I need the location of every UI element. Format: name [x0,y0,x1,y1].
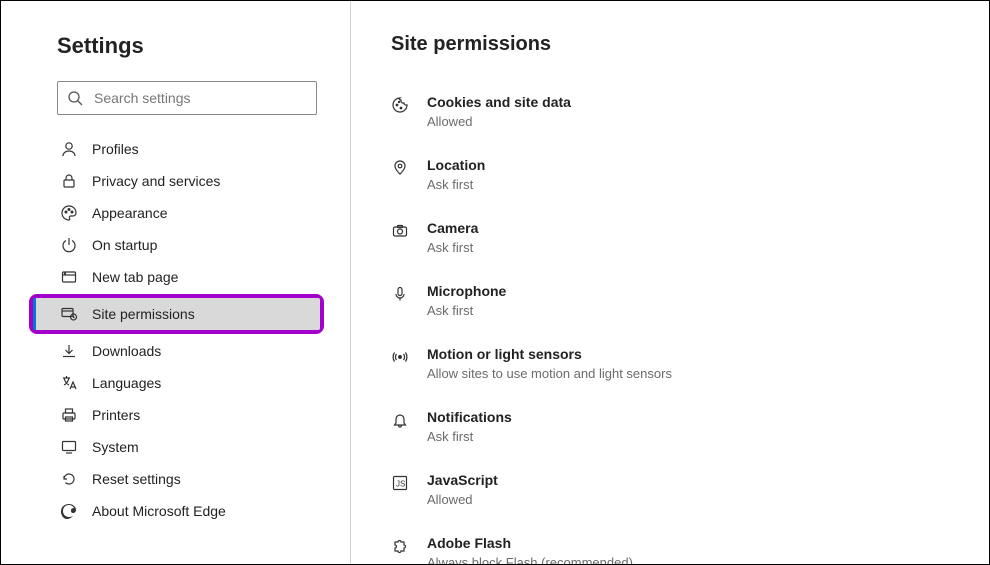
reset-icon [60,470,78,488]
printer-icon [60,406,78,424]
sidebar-item-label: Printers [92,407,140,423]
sidebar-item-label: Reset settings [92,471,181,487]
cookie-icon [391,96,409,114]
permission-status: Allowed [427,114,571,129]
permission-label: Camera [427,220,478,236]
permission-status: Allowed [427,492,498,507]
palette-icon [60,204,78,222]
settings-title: Settings [33,33,330,59]
sidebar-item-languages[interactable]: Languages [33,367,330,399]
power-icon [60,236,78,254]
sidebar-item-about[interactable]: About Microsoft Edge [33,495,330,527]
camera-icon [391,222,409,240]
lock-icon [60,172,78,190]
sidebar-item-label: On startup [92,237,157,253]
sidebar-item-label: Downloads [92,343,161,359]
sidebar-item-label: Profiles [92,141,139,157]
page-title: Site permissions [391,33,969,56]
edge-icon [60,502,78,520]
search-icon [67,90,83,106]
search-input[interactable] [57,81,317,115]
permission-sensors[interactable]: Motion or light sensors Allow sites to u… [391,336,969,399]
language-icon [60,374,78,392]
page-icon [60,268,78,286]
permission-microphone[interactable]: Microphone Ask first [391,273,969,336]
permission-status: Always block Flash (recommended) [427,555,633,564]
sidebar-item-label: Appearance [92,205,168,221]
permission-status: Ask first [427,303,506,318]
sidebar-item-profiles[interactable]: Profiles [33,133,330,165]
profile-icon [60,140,78,158]
sidebar-highlight: Site permissions [29,294,324,334]
sidebar-item-printers[interactable]: Printers [33,399,330,431]
sidebar-item-reset[interactable]: Reset settings [33,463,330,495]
sidebar-item-label: About Microsoft Edge [92,503,226,519]
permissions-icon [60,305,78,323]
permission-label: Motion or light sensors [427,346,672,362]
permission-status: Ask first [427,240,478,255]
sidebar-item-downloads[interactable]: Downloads [33,335,330,367]
permission-javascript[interactable]: JS JavaScript Allowed [391,462,969,525]
download-icon [60,342,78,360]
permission-cookies[interactable]: Cookies and site data Allowed [391,84,969,147]
permission-label: JavaScript [427,472,498,488]
microphone-icon [391,285,409,303]
permission-status: Ask first [427,177,485,192]
location-icon [391,159,409,177]
sidebar-item-appearance[interactable]: Appearance [33,197,330,229]
permission-notifications[interactable]: Notifications Ask first [391,399,969,462]
search-container [57,81,317,115]
sidebar-item-label: New tab page [92,269,178,285]
settings-sidebar: Settings Profiles Privacy and services [1,1,351,564]
permission-label: Cookies and site data [427,94,571,110]
sidebar-item-privacy[interactable]: Privacy and services [33,165,330,197]
permission-location[interactable]: Location Ask first [391,147,969,210]
permission-camera[interactable]: Camera Ask first [391,210,969,273]
system-icon [60,438,78,456]
sidebar-item-system[interactable]: System [33,431,330,463]
sidebar-item-label: Site permissions [92,306,195,322]
permission-status: Ask first [427,429,512,444]
permission-label: Adobe Flash [427,535,633,551]
puzzle-icon [391,537,409,555]
sidebar-item-label: Languages [92,375,161,391]
permission-label: Microphone [427,283,506,299]
bell-icon [391,411,409,429]
permissions-list: Cookies and site data Allowed Location A… [391,84,969,564]
javascript-icon: JS [391,474,409,492]
settings-nav: Profiles Privacy and services Appearance… [33,133,330,527]
sidebar-item-startup[interactable]: On startup [33,229,330,261]
main-content: Site permissions Cookies and site data A… [351,1,989,564]
sidebar-item-newtab[interactable]: New tab page [33,261,330,293]
sidebar-item-site-permissions[interactable]: Site permissions [33,298,320,330]
sidebar-item-label: Privacy and services [92,173,220,189]
sidebar-item-label: System [92,439,139,455]
permission-flash[interactable]: Adobe Flash Always block Flash (recommen… [391,525,969,564]
svg-text:JS: JS [396,480,405,489]
sensor-icon [391,348,409,366]
permission-label: Location [427,157,485,173]
permission-status: Allow sites to use motion and light sens… [427,366,672,381]
permission-label: Notifications [427,409,512,425]
